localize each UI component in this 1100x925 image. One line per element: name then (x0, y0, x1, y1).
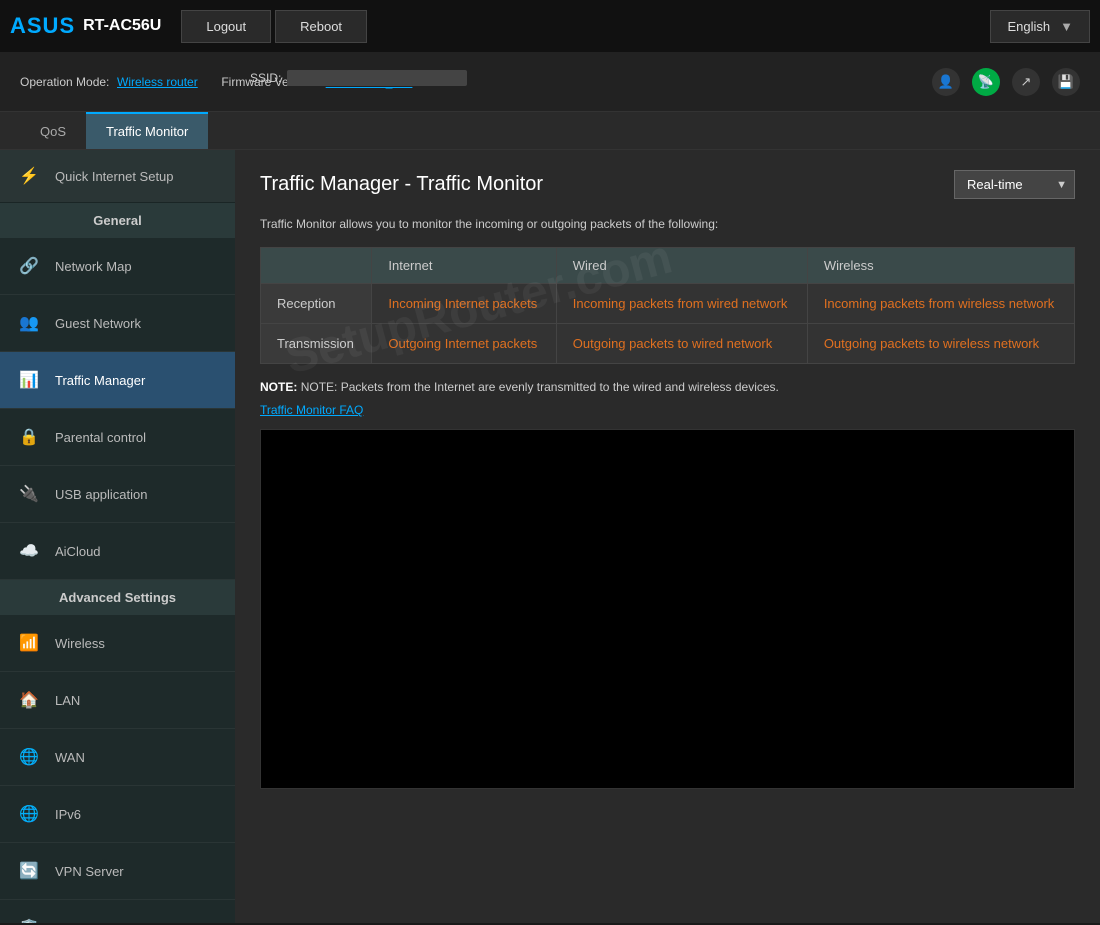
quick-setup-icon: ⚡ (15, 162, 43, 190)
sidebar-item-usb-application[interactable]: 🔌 USB application (0, 466, 235, 523)
sidebar-item-lan[interactable]: 🏠 LAN (0, 672, 235, 729)
lan-label: LAN (55, 693, 80, 708)
parental-control-icon: 🔒 (15, 423, 43, 451)
cell-reception-internet[interactable]: Incoming Internet packets (372, 284, 556, 324)
cell-reception-wired[interactable]: Incoming packets from wired network (556, 284, 807, 324)
tab-qos[interactable]: QoS (20, 112, 86, 149)
col-header-internet: Internet (372, 248, 556, 284)
traffic-table: Internet Wired Wireless Reception Incomi… (260, 247, 1075, 364)
network-map-label: Network Map (55, 259, 132, 274)
operation-mode-value[interactable]: Wireless router (117, 75, 198, 89)
operation-mode-label: Operation Mode: (20, 75, 109, 89)
wan-icon: 🌐 (15, 743, 43, 771)
table-row-reception: Reception Incoming Internet packets Inco… (261, 284, 1075, 324)
sidebar-item-wireless[interactable]: 📶 Wireless (0, 615, 235, 672)
chart-area (260, 429, 1075, 789)
wan-label: WAN (55, 750, 85, 765)
reception-wireless-link[interactable]: Incoming packets from wireless network (824, 296, 1054, 311)
tab-traffic-monitor[interactable]: Traffic Monitor (86, 112, 208, 149)
general-section-header: General (0, 203, 235, 238)
sidebar-item-aicloud[interactable]: ☁️ AiCloud (0, 523, 235, 580)
usb-application-label: USB application (55, 487, 148, 502)
model-name: RT-AC56U (83, 17, 161, 35)
language-selector[interactable]: English ▼ (990, 10, 1090, 43)
asus-logo: ASUS (10, 13, 75, 39)
vpn-server-label: VPN Server (55, 864, 124, 879)
lan-icon: 🏠 (15, 686, 43, 714)
save-icon[interactable]: 💾 (1052, 68, 1080, 96)
user-icon[interactable]: 👤 (932, 68, 960, 96)
col-header-empty (261, 248, 372, 284)
note-text: NOTE: NOTE: Packets from the Internet ar… (260, 380, 1075, 394)
ipv6-label: IPv6 (55, 807, 81, 822)
description-text: Traffic Monitor allows you to monitor th… (260, 217, 1075, 231)
wireless-icon: 📶 (15, 629, 43, 657)
sidebar-item-vpn-server[interactable]: 🔄 VPN Server (0, 843, 235, 900)
table-row-transmission: Transmission Outgoing Internet packets O… (261, 324, 1075, 364)
faq-link[interactable]: Traffic Monitor FAQ (260, 403, 363, 417)
guest-network-label: Guest Network (55, 316, 141, 331)
share-icon[interactable]: ↗ (1012, 68, 1040, 96)
vpn-icon: 🔄 (15, 857, 43, 885)
page-title: Traffic Manager - Traffic Monitor (260, 173, 543, 196)
cell-transmission-internet[interactable]: Outgoing Internet packets (372, 324, 556, 364)
transmission-wired-link[interactable]: Outgoing packets to wired network (573, 336, 772, 351)
logo: ASUS RT-AC56U (10, 13, 161, 39)
firewall-label: Firewall (55, 921, 100, 924)
sidebar-item-network-map[interactable]: 🔗 Network Map (0, 238, 235, 295)
sidebar-item-guest-network[interactable]: 👥 Guest Network (0, 295, 235, 352)
sidebar-item-ipv6[interactable]: 🌐 IPv6 (0, 786, 235, 843)
ssid-label: SSID: (250, 71, 281, 85)
router-icon[interactable]: 📡 (972, 68, 1000, 96)
sidebar-item-quick-setup[interactable]: ⚡ Quick Internet Setup (0, 150, 235, 203)
traffic-manager-label: Traffic Manager (55, 373, 145, 388)
network-map-icon: 🔗 (15, 252, 43, 280)
reception-wired-link[interactable]: Incoming packets from wired network (573, 296, 788, 311)
col-header-wireless: Wireless (807, 248, 1074, 284)
aicloud-label: AiCloud (55, 544, 101, 559)
transmission-wireless-link[interactable]: Outgoing packets to wireless network (824, 336, 1039, 351)
advanced-section-header: Advanced Settings (0, 580, 235, 615)
traffic-manager-icon: 📊 (15, 366, 43, 394)
reception-internet-link[interactable]: Incoming Internet packets (388, 296, 537, 311)
sidebar-item-firewall[interactable]: 🛡️ Firewall (0, 900, 235, 923)
sidebar-item-traffic-manager[interactable]: 📊 Traffic Manager (0, 352, 235, 409)
parental-control-label: Parental control (55, 430, 146, 445)
cell-transmission-wireless[interactable]: Outgoing packets to wireless network (807, 324, 1074, 364)
sidebar-item-wan[interactable]: 🌐 WAN (0, 729, 235, 786)
usb-icon: 🔌 (15, 480, 43, 508)
sidebar-item-parental-control[interactable]: 🔒 Parental control (0, 409, 235, 466)
guest-network-icon: 👥 (15, 309, 43, 337)
quick-setup-label: Quick Internet Setup (55, 169, 174, 184)
transmission-internet-link[interactable]: Outgoing Internet packets (388, 336, 537, 351)
reboot-button[interactable]: Reboot (275, 10, 367, 43)
chevron-down-icon: ▼ (1060, 19, 1073, 34)
logout-button[interactable]: Logout (181, 10, 271, 43)
firewall-icon: 🛡️ (15, 914, 43, 923)
ipv6-icon: 🌐 (15, 800, 43, 828)
col-header-wired: Wired (556, 248, 807, 284)
wireless-label: Wireless (55, 636, 105, 651)
row-label-transmission: Transmission (261, 324, 372, 364)
cell-transmission-wired[interactable]: Outgoing packets to wired network (556, 324, 807, 364)
aicloud-icon: ☁️ (15, 537, 43, 565)
view-select[interactable]: Real-time Last 24 hours Last 7 days (954, 170, 1075, 199)
row-label-reception: Reception (261, 284, 372, 324)
cell-reception-wireless[interactable]: Incoming packets from wireless network (807, 284, 1074, 324)
